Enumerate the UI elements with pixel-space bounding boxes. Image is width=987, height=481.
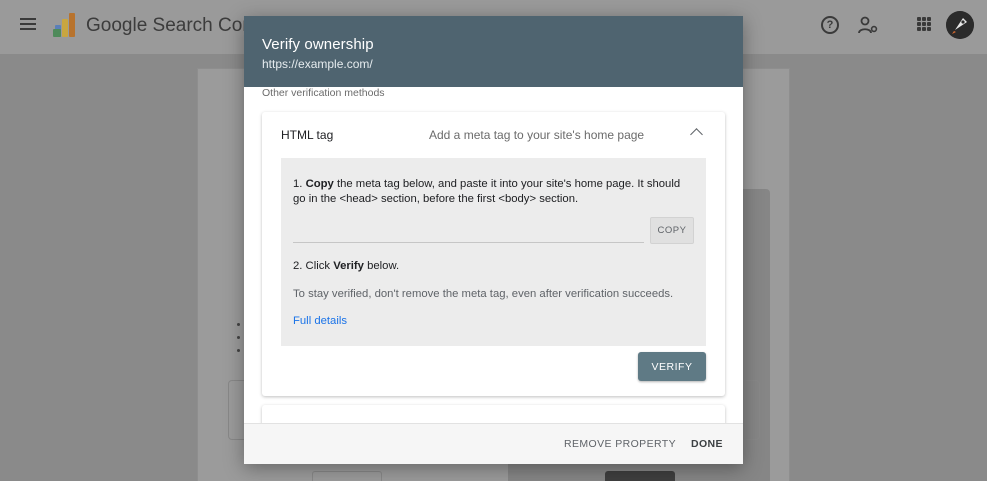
background-bullets xyxy=(237,323,241,362)
background-button xyxy=(605,471,675,481)
dialog-title: Verify ownership xyxy=(262,36,374,53)
instructions-panel: 1. Copy the meta tag below, and paste it… xyxy=(281,158,706,346)
full-details-link[interactable]: Full details xyxy=(293,315,347,327)
step-one-rest: the meta tag below, and paste it into yo… xyxy=(293,178,681,205)
help-circle-icon[interactable]: ? xyxy=(821,16,839,34)
step-two-bold: Verify xyxy=(333,260,364,272)
section-label: Other verification methods xyxy=(262,87,385,99)
step-two-prefix: 2. Click xyxy=(293,260,334,272)
step-one-bold: Copy xyxy=(305,178,334,190)
rocket-avatar-icon[interactable] xyxy=(946,11,974,39)
menu-icon[interactable] xyxy=(20,18,36,30)
remove-property-button[interactable]: REMOVE PROPERTY xyxy=(564,438,676,450)
step-one-text: 1. Copy the meta tag below, and paste it… xyxy=(293,177,693,207)
dialog-header: Verify ownership https://example.com/ xyxy=(244,16,743,87)
done-button[interactable]: DONE xyxy=(691,438,723,450)
manage-accounts-icon[interactable] xyxy=(858,16,878,34)
verify-button[interactable]: VERIFY xyxy=(638,352,706,381)
chevron-up-icon[interactable] xyxy=(690,128,703,141)
html-tag-method-card: HTML tag Add a meta tag to your site's h… xyxy=(262,112,725,396)
property-url: https://example.com/ xyxy=(262,57,373,71)
next-method-card[interactable] xyxy=(262,405,725,423)
apps-grid-icon[interactable] xyxy=(917,17,931,31)
method-name: HTML tag xyxy=(281,128,334,142)
meta-tag-field[interactable] xyxy=(293,216,644,243)
step-two-rest: below. xyxy=(363,260,400,272)
copy-button[interactable]: COPY xyxy=(650,217,694,244)
dialog-body[interactable]: Other verification methods HTML tag Add … xyxy=(244,87,743,423)
stay-verified-note: To stay verified, don't remove the meta … xyxy=(293,288,674,300)
search-console-logo-icon xyxy=(53,13,75,37)
background-outline-button xyxy=(312,471,382,481)
verify-ownership-dialog: Verify ownership https://example.com/ Ot… xyxy=(244,16,743,464)
step-two-text: 2. Click Verify below. xyxy=(293,260,399,272)
step-one-prefix: 1. xyxy=(293,178,306,190)
method-description: Add a meta tag to your site's home page xyxy=(429,128,645,142)
dialog-footer: REMOVE PROPERTY DONE xyxy=(244,423,743,464)
html-tag-method-header[interactable]: HTML tag Add a meta tag to your site's h… xyxy=(262,112,725,156)
